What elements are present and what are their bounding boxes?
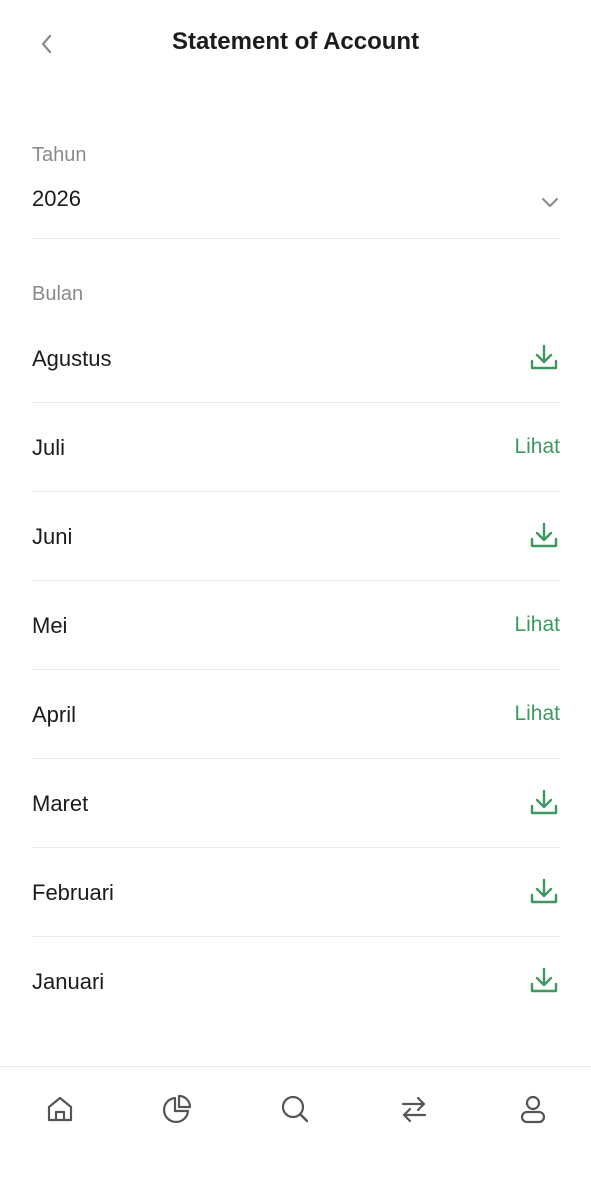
month-name: Maret — [32, 791, 89, 816]
month-label: Bulan — [32, 283, 84, 305]
month-name: April — [32, 702, 77, 727]
month-row[interactable]: Agustus — [32, 314, 560, 403]
month-name: Agustus — [32, 346, 112, 371]
month-name: Mei — [32, 613, 68, 638]
year-select[interactable]: 2026 — [32, 176, 560, 239]
year-value: 2026 — [32, 186, 81, 211]
bottom-nav — [0, 1066, 591, 1201]
month-row[interactable]: April Lihat — [32, 670, 560, 759]
profile-icon — [520, 1095, 546, 1124]
nav-transfer[interactable] — [394, 1089, 434, 1129]
month-row[interactable]: Januari — [32, 937, 560, 1025]
download-icon[interactable] — [528, 965, 560, 997]
pie-chart-icon — [162, 1094, 192, 1124]
nav-portfolio[interactable] — [157, 1089, 197, 1129]
download-icon[interactable] — [528, 876, 560, 908]
month-row[interactable]: Mei Lihat — [32, 581, 560, 670]
nav-home[interactable] — [40, 1089, 80, 1129]
month-row[interactable]: Maret — [32, 759, 560, 848]
month-action[interactable] — [528, 342, 560, 374]
nav-search[interactable] — [275, 1089, 315, 1129]
month-name: Juni — [32, 524, 73, 549]
view-link[interactable]: Lihat — [514, 613, 560, 637]
month-row[interactable]: Juli Lihat — [32, 403, 560, 492]
search-icon — [281, 1095, 309, 1123]
month-action[interactable] — [528, 787, 560, 819]
view-link[interactable]: Lihat — [514, 435, 560, 459]
home-icon — [47, 1096, 73, 1122]
header: Statement of Account — [0, 0, 591, 88]
nav-profile[interactable] — [513, 1089, 553, 1129]
download-icon[interactable] — [528, 787, 560, 819]
month-action[interactable]: Lihat — [514, 609, 560, 641]
month-name: Januari — [32, 969, 105, 994]
month-action[interactable]: Lihat — [514, 431, 560, 463]
month-action[interactable] — [528, 520, 560, 552]
month-row[interactable]: Juni — [32, 492, 560, 581]
month-action[interactable] — [528, 876, 560, 908]
month-name: Juli — [32, 435, 66, 460]
view-link[interactable]: Lihat — [514, 702, 560, 726]
download-icon[interactable] — [528, 342, 560, 374]
page-title: Statement of Account — [171, 28, 420, 55]
chevron-down-icon — [542, 198, 558, 207]
month-list: Agustus Juli Lihat Juni Mei Lihat April … — [32, 314, 560, 1025]
month-action[interactable] — [528, 965, 560, 997]
year-label: Tahun — [32, 144, 87, 166]
month-row[interactable]: Februari — [32, 848, 560, 937]
transfer-icon — [401, 1096, 427, 1123]
download-icon[interactable] — [528, 520, 560, 552]
month-name: Februari — [32, 880, 114, 905]
month-action[interactable]: Lihat — [514, 698, 560, 730]
